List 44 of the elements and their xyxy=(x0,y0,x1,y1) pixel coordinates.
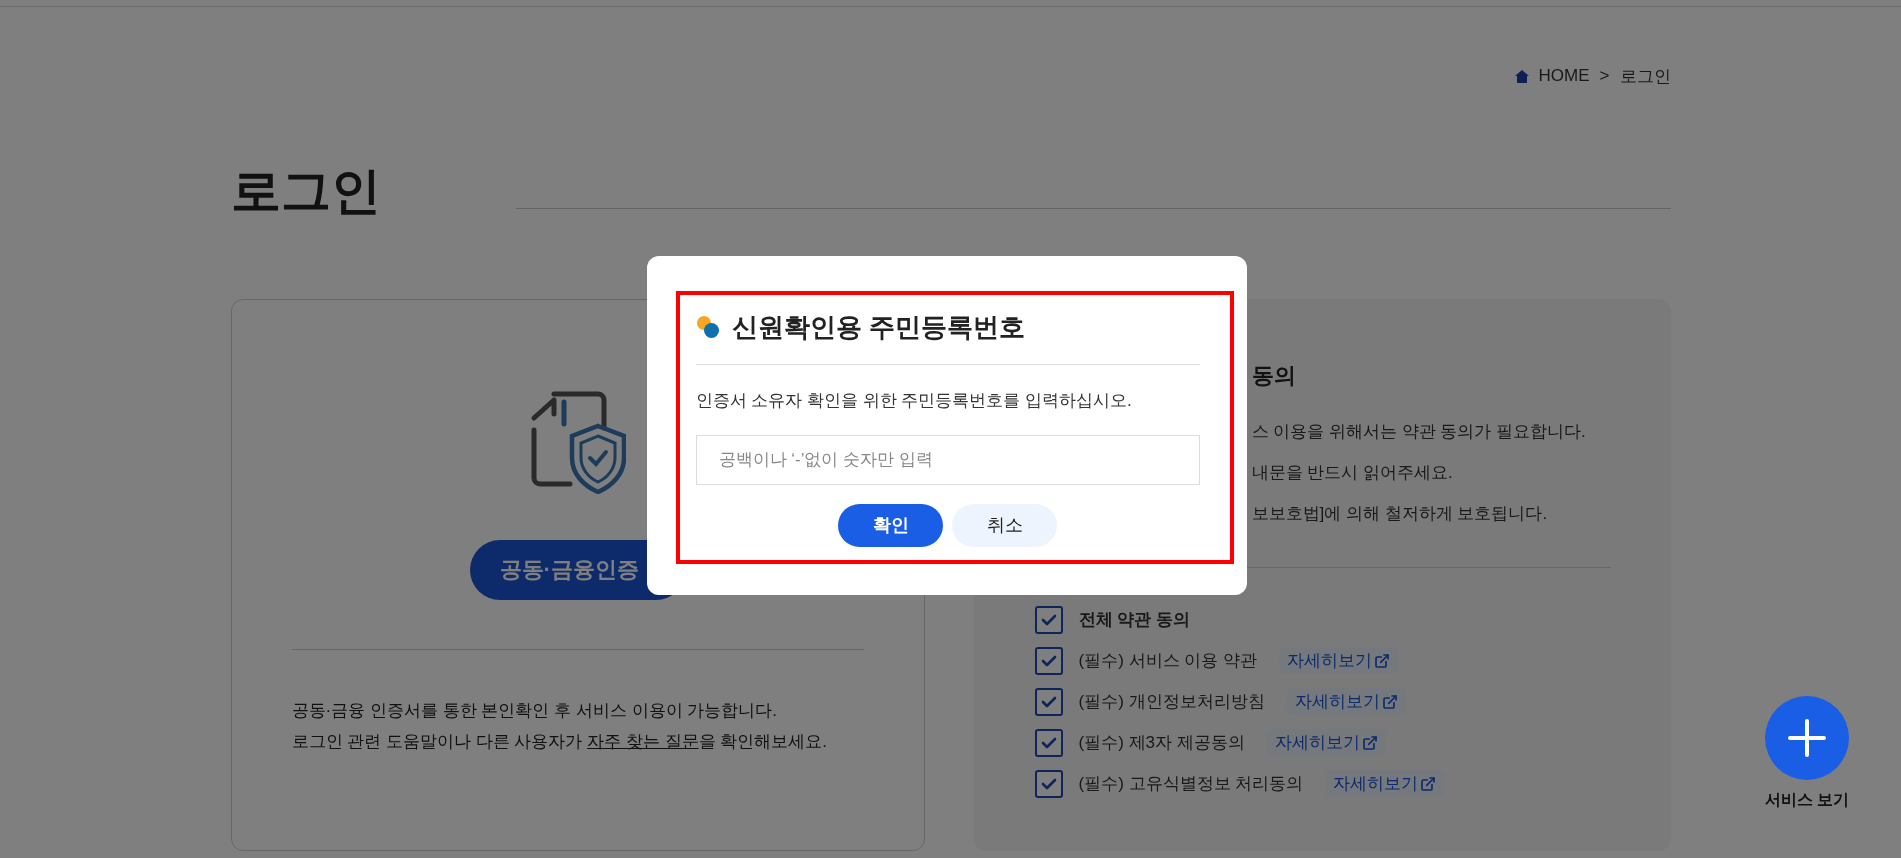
checkbox[interactable] xyxy=(1034,687,1063,716)
external-link-icon xyxy=(1374,652,1390,669)
external-link-icon xyxy=(1381,693,1398,710)
breadcrumb-current: 로그인 xyxy=(1619,65,1671,88)
details-link[interactable]: 자세히보기 xyxy=(1279,647,1398,674)
check-icon xyxy=(1040,654,1057,667)
checkbox[interactable] xyxy=(1034,605,1063,634)
home-icon xyxy=(1514,69,1529,83)
terms-note: 보보호법]에 의해 철저하게 보호됩니다. xyxy=(1251,503,1549,525)
plus-icon xyxy=(1787,718,1827,758)
checkbox-label: 전체 약관 동의 xyxy=(1078,609,1190,631)
terms-note: 내문을 반드시 읽어주세요. xyxy=(1251,462,1454,484)
help-text: 공동·금융 인증서를 통한 본인확인 후 서비스 이용이 가능합니다. xyxy=(291,700,778,722)
confirm-button[interactable]: 확인 xyxy=(838,503,943,547)
details-link[interactable]: 자세히보기 xyxy=(1286,688,1406,715)
faq-link[interactable]: 자주 찾는 질문 xyxy=(587,732,699,751)
check-icon xyxy=(1040,613,1057,626)
page-title: 로그인 xyxy=(230,162,381,221)
checkbox[interactable] xyxy=(1034,769,1063,798)
checkbox[interactable] xyxy=(1034,646,1063,675)
checkbox-label: (필수) 개인정보처리방침 xyxy=(1078,691,1265,713)
help-text: 로그인 관련 도움말이나 다른 사용자가 자주 찾는 질문을 확인해보세요. xyxy=(291,731,829,753)
external-link-icon xyxy=(1420,775,1437,792)
checkbox-label: (필수) 제3자 제공동의 xyxy=(1078,732,1245,754)
breadcrumb-separator: > xyxy=(1599,66,1610,86)
fab-label: 서비스 보기 xyxy=(1764,790,1850,810)
cancel-button[interactable]: 취소 xyxy=(952,503,1057,547)
dialog-description: 인증서 소유자 확인을 위한 주민등록번호를 입력하십시오. xyxy=(695,389,1133,412)
dots-icon xyxy=(695,314,720,339)
breadcrumb-link[interactable]: HOME xyxy=(1538,66,1590,86)
document-shield-icon xyxy=(529,390,626,494)
check-icon xyxy=(1040,736,1057,749)
check-icon xyxy=(1040,777,1057,790)
checkbox-label: (필수) 고유식별정보 처리동의 xyxy=(1078,773,1304,795)
terms-title: 동의 xyxy=(1251,362,1297,390)
check-icon xyxy=(1040,695,1057,708)
checkbox[interactable] xyxy=(1034,728,1063,757)
details-link[interactable]: 자세히보기 xyxy=(1266,729,1386,756)
dialog-title: 신원확인용 주민등록번호 xyxy=(731,310,1025,344)
checkbox-label: (필수) 서비스 이용 약관 xyxy=(1078,650,1257,672)
id-number-field[interactable]: 공백이나 ‘-’없이 숫자만 입력 xyxy=(695,434,1200,485)
external-link-icon xyxy=(1361,734,1378,751)
details-link[interactable]: 자세히보기 xyxy=(1325,770,1445,797)
terms-note: 스 이용을 위해서는 약관 동의가 필요합니다. xyxy=(1251,421,1587,443)
